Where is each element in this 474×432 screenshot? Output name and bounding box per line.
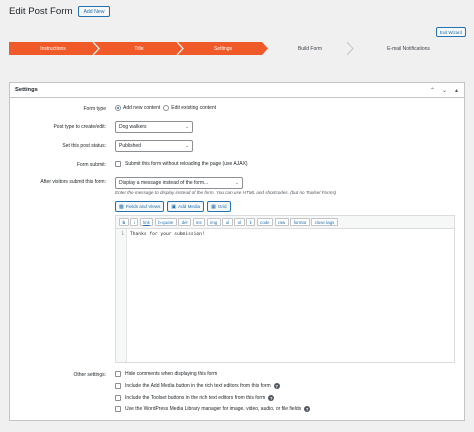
qt-ol-button[interactable]: ol [234,218,245,226]
line-number: 1 [121,232,124,237]
line-gutter: 1 [116,229,127,362]
post-status-value: Published [119,143,141,149]
step-instructions[interactable]: Instructions [9,42,97,55]
quicktags-toolbar: b i link b-quote del ins img ul ol li co… [116,216,454,229]
panel-controls: ⌃ ⌄ ▴ [428,86,461,95]
title-row: Edit Post Form Add New [9,6,110,17]
chevron-down-icon: ⌄ [185,143,189,148]
option-add-media: Include the Add Media button in the rich… [115,383,280,389]
help-icon[interactable]: ? [268,395,275,401]
panel-title: Settings [15,87,38,93]
form-submit-label: Form submit: [76,162,106,168]
step-email-notifications[interactable]: E-mail Notifications [352,42,465,55]
form-submit-control: Submit this form without reloading the p… [115,161,248,167]
chevron-down-icon[interactable]: ⌄ [440,86,449,95]
post-status-select[interactable]: Published ⌄ [115,140,193,152]
toolset-icon: ▩ [119,203,124,210]
after-submit-control: Display a message instead of the form...… [115,177,243,189]
add-media-checkbox[interactable] [115,383,121,389]
page-title: Edit Post Form [9,6,73,17]
editor-buttons: ▩ Fields and Views ▣ Add Media ▦ Grid [115,201,231,212]
form-type-options: Add new content Edit existing content [115,105,216,111]
toolset-buttons-label: Include the Toolset buttons in the rich … [125,395,266,401]
message-editor: b i link b-quote del ins img ul ol li co… [115,215,455,363]
media-library-label: Use the WordPress Media Library manager … [125,406,302,412]
toolset-buttons-checkbox[interactable] [115,395,121,401]
chevron-down-icon: ⌄ [185,124,189,129]
other-settings-label: Other settings: [73,372,106,378]
help-icon[interactable]: ? [304,406,311,412]
code-area[interactable]: 1 Thanks for your submission! [116,229,454,362]
hide-comments-label: Hide comments when displaying this form [125,371,218,377]
fields-and-views-button[interactable]: ▩ Fields and Views [115,201,165,212]
media-library-checkbox[interactable] [115,406,121,412]
post-type-control: Dog walkers ⌄ [115,121,193,133]
ajax-checkbox[interactable] [115,161,121,167]
step-settings[interactable]: Settings [181,42,265,55]
form-type-label: Form type [83,106,106,112]
post-type-label: Post type to create/edit: [53,124,106,130]
option-toolset-buttons: Include the Toolset buttons in the rich … [115,395,275,401]
radio-edit-existing-label: Edit existing content [171,105,216,111]
radio-add-new[interactable] [115,105,121,111]
qt-bold-button[interactable]: b [119,218,129,226]
grid-icon: ▦ [211,203,216,210]
option-hide-comments: Hide comments when displaying this form [115,371,217,377]
qt-ul-button[interactable]: ul [222,218,233,226]
media-icon: ▣ [171,203,177,210]
qt-italic-button[interactable]: i [130,218,139,226]
chevron-up-icon[interactable]: ⌃ [428,86,437,95]
radio-add-new-label: Add new content [123,105,161,111]
wizard-steps: Instructions Title Settings Build Form E… [9,42,465,55]
qt-ins-button[interactable]: ins [192,218,206,226]
post-type-value: Dog walkers [119,124,147,130]
collapse-toggle-icon[interactable]: ▴ [452,86,461,95]
grid-button[interactable]: ▦ Grid [207,201,231,212]
qt-code-button[interactable]: code [256,218,274,226]
after-submit-value: Display a message instead of the form... [119,180,209,186]
qt-li-button[interactable]: li [246,218,256,226]
exit-wizard-button[interactable]: Exit Wizard [435,27,466,37]
add-media-button[interactable]: ▣ Add Media [167,201,205,212]
grid-label: Grid [217,204,227,209]
qt-del-button[interactable]: del [178,218,192,226]
add-media-label: Add Media [178,204,201,209]
post-status-label: Set this post status: [62,143,106,149]
post-type-select[interactable]: Dog walkers ⌄ [115,121,193,133]
add-new-button[interactable]: Add New [78,6,110,17]
radio-edit-existing[interactable] [163,105,170,111]
ajax-checkbox-label: Submit this form without reloading the p… [125,161,248,167]
qt-link-button[interactable]: link [139,218,154,226]
after-submit-select[interactable]: Display a message instead of the form...… [115,177,243,189]
fields-and-views-label: Fields and Views [125,204,161,209]
hide-comments-checkbox[interactable] [115,371,121,377]
chevron-down-icon: ⌄ [235,180,239,185]
option-media-library: Use the WordPress Media Library manager … [115,406,311,412]
qt-img-button[interactable]: img [206,218,221,226]
post-status-control: Published ⌄ [115,140,193,152]
help-icon[interactable]: ? [273,383,280,389]
step-title[interactable]: Title [97,42,181,55]
qt-format-button[interactable]: format [290,218,310,226]
after-submit-help: Enter the message to display instead of … [115,190,337,195]
step-build-form[interactable]: Build Form [268,42,352,55]
add-media-option-label: Include the Add Media button in the rich… [125,383,271,389]
panel-header: Settings [10,83,464,98]
after-submit-label: After visitors submit this form: [40,179,106,185]
qt-raw-button[interactable]: raw [274,218,289,226]
qt-bquote-button[interactable]: b-quote [154,218,177,226]
qt-close-tags-button[interactable]: close tags [311,218,338,226]
editor-content[interactable]: Thanks for your submission! [127,229,208,362]
